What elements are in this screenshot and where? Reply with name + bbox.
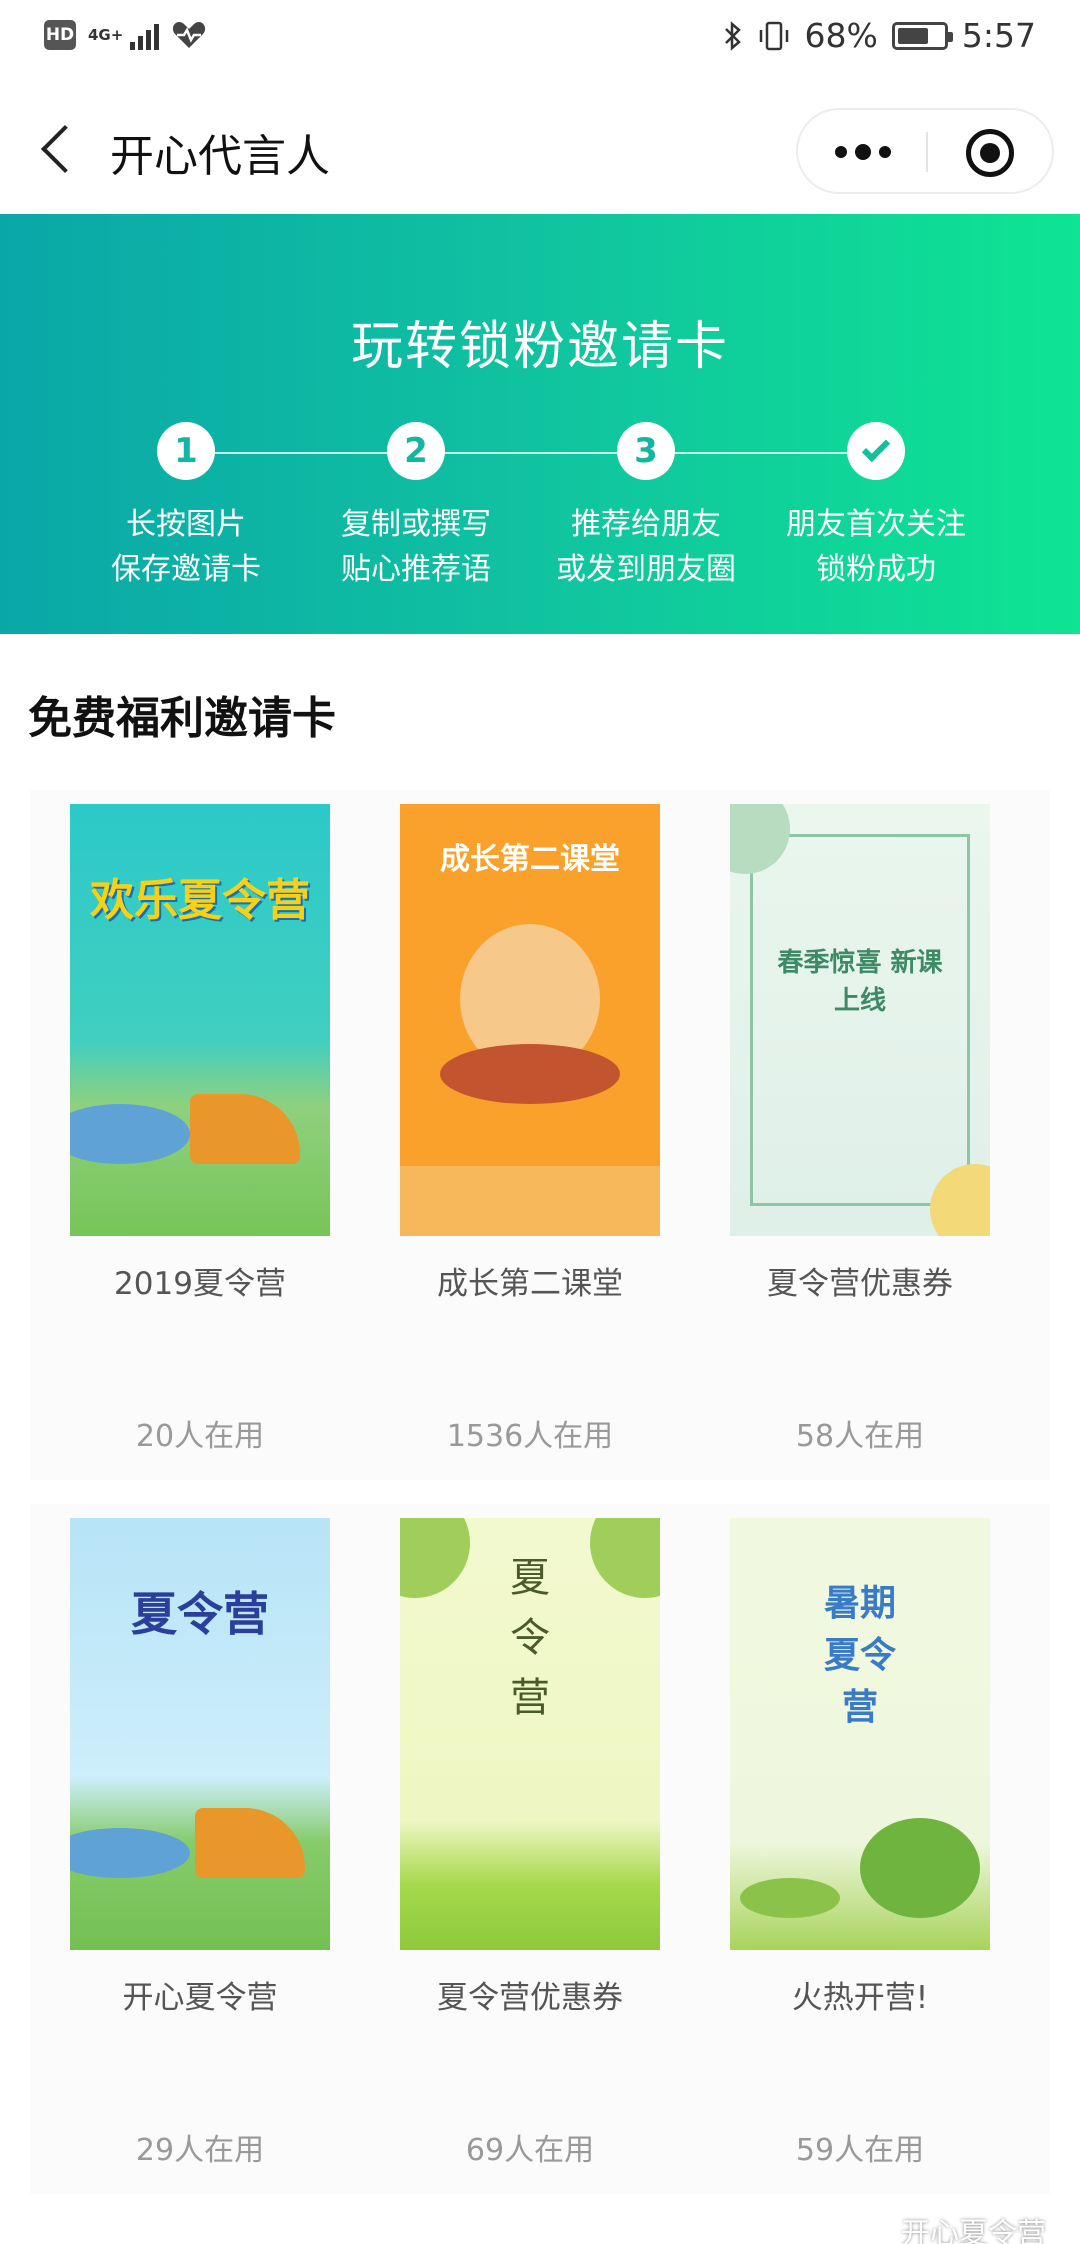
- step-line-2: 或发到朋友圈: [556, 552, 736, 587]
- step-line-1: 复制或撰写: [341, 507, 491, 542]
- back-button[interactable]: [38, 120, 78, 176]
- battery-percent: 68%: [804, 16, 878, 55]
- card-usage-count: 20人在用: [135, 1419, 265, 1454]
- step-1: 1 长按图片 保存邀请卡: [71, 422, 301, 592]
- tent-graphic: [190, 1094, 300, 1164]
- poster-thumbnail[interactable]: 欢乐夏令营: [70, 804, 330, 1236]
- page-title: 开心代言人: [110, 131, 330, 182]
- card-name: 2019夏令营: [114, 1266, 286, 1302]
- watermark-text: 开心夏令营: [900, 2216, 1046, 2244]
- clock: 5:57: [961, 16, 1036, 55]
- step-line-1: 推荐给朋友: [571, 507, 721, 542]
- step-text: 朋友首次关注 锁粉成功: [761, 502, 991, 592]
- nav-bar: 开心代言人: [0, 80, 1080, 214]
- invitation-card[interactable]: 暑期夏令营 火热开营! 59人在用: [695, 1504, 1025, 2169]
- poster-thumbnail[interactable]: 夏令营: [400, 1518, 660, 1950]
- battery-icon: [891, 21, 953, 50]
- step-3: 3 推荐给朋友 或发到朋友圈: [531, 422, 761, 592]
- step-number-badge: 1: [157, 422, 215, 480]
- card-usage-count: 69人在用: [465, 2133, 595, 2168]
- banner-title: 玩转锁粉邀请卡: [350, 317, 729, 377]
- card-usage-count: 59人在用: [795, 2133, 925, 2168]
- capsule-divider: [926, 132, 928, 172]
- invitation-card[interactable]: 夏令营 开心夏令营 29人在用: [35, 1504, 365, 2169]
- step-number-badge: 2: [387, 422, 445, 480]
- invitation-card[interactable]: 欢乐夏令营 2019夏令营 20人在用: [35, 790, 365, 1455]
- hd-badge: HD: [44, 20, 76, 50]
- close-mini-program-button[interactable]: [966, 129, 1014, 177]
- steps-banner: 玩转锁粉邀请卡 1 长按图片 保存邀请卡 2 复制或撰写 贴心推荐语 3 推荐给…: [0, 214, 1080, 634]
- tree-graphic: [860, 1818, 980, 1918]
- watermark: 开心夏令营: [856, 2210, 1046, 2244]
- step-done-badge: [847, 422, 905, 480]
- mini-program-capsule: [796, 108, 1054, 194]
- step-2: 2 复制或撰写 贴心推荐语: [301, 422, 531, 592]
- lake-graphic: [70, 1828, 190, 1878]
- checkmark-icon: [861, 433, 891, 463]
- status-left: HD 4G+: [44, 20, 207, 50]
- step-line-1: 长按图片: [126, 507, 246, 542]
- step-text: 推荐给朋友 或发到朋友圈: [531, 502, 761, 592]
- step-4: 朋友首次关注 锁粉成功: [761, 422, 991, 592]
- card-name: 开心夏令营: [122, 1980, 278, 2016]
- card-name: 夏令营优惠券: [437, 1980, 623, 2016]
- hill-graphic: [740, 1878, 840, 1918]
- heart-rate-icon: [172, 22, 206, 48]
- poster-footer: [400, 1166, 660, 1236]
- step-text: 复制或撰写 贴心推荐语: [301, 502, 531, 592]
- more-menu-button[interactable]: [828, 130, 898, 174]
- lake-graphic: [70, 1104, 190, 1164]
- wechat-icon: [856, 2217, 893, 2244]
- network-type: 4G+: [88, 26, 124, 44]
- card-usage-count: 58人在用: [795, 1419, 925, 1454]
- poster-title: 春季惊喜 新课上线: [777, 948, 943, 1016]
- more-dot-icon: [835, 146, 847, 158]
- battery-fill: [897, 27, 928, 44]
- bluetooth-icon: [724, 20, 741, 51]
- poster-title: 成长第二课堂: [440, 842, 620, 877]
- poster-thumbnail[interactable]: 春季惊喜 新课上线: [730, 804, 990, 1236]
- invitation-card[interactable]: 春季惊喜 新课上线 夏令营优惠券 58人在用: [695, 790, 1025, 1455]
- poster-thumbnail[interactable]: 夏令营: [70, 1518, 330, 1950]
- section-title: 免费福利邀请卡: [28, 693, 336, 744]
- step-number-badge: 3: [617, 422, 675, 480]
- poster-thumbnail[interactable]: 成长第二课堂: [400, 804, 660, 1236]
- status-right: 68% 5:57: [723, 16, 1036, 55]
- poster-title: 欢乐夏令营: [90, 875, 310, 926]
- step-line-2: 锁粉成功: [816, 552, 936, 587]
- card-name: 夏令营优惠券: [767, 1266, 953, 1302]
- card-name: 成长第二课堂: [437, 1266, 623, 1302]
- status-bar: HD 4G+ 68% 5:57: [0, 0, 1080, 80]
- poster-title: 夏令营: [131, 1587, 269, 1641]
- poster-frame: [750, 834, 970, 1206]
- poster-title: 暑期夏令营: [823, 1583, 896, 1728]
- step-line-2: 贴心推荐语: [341, 552, 491, 587]
- card-usage-count: 29人在用: [135, 2133, 265, 2168]
- step-text: 长按图片 保存邀请卡: [71, 502, 301, 592]
- poster-thumbnail[interactable]: 暑期夏令营: [730, 1518, 990, 1950]
- invitation-card[interactable]: 成长第二课堂 成长第二课堂 1536人在用: [365, 790, 695, 1455]
- step-line-2: 保存邀请卡: [111, 552, 261, 587]
- tent-graphic: [195, 1808, 305, 1878]
- more-dot-icon: [879, 146, 891, 158]
- invitation-card[interactable]: 夏令营 夏令营优惠券 69人在用: [365, 1504, 695, 2169]
- skirt-graphic: [440, 1044, 620, 1104]
- vibrate-icon: [759, 21, 788, 50]
- more-dot-icon: [855, 144, 871, 160]
- step-line-1: 朋友首次关注: [786, 507, 966, 542]
- card-name: 火热开营!: [791, 1980, 929, 2016]
- card-usage-count: 1536人在用: [446, 1419, 614, 1454]
- signal-icon: [130, 20, 159, 50]
